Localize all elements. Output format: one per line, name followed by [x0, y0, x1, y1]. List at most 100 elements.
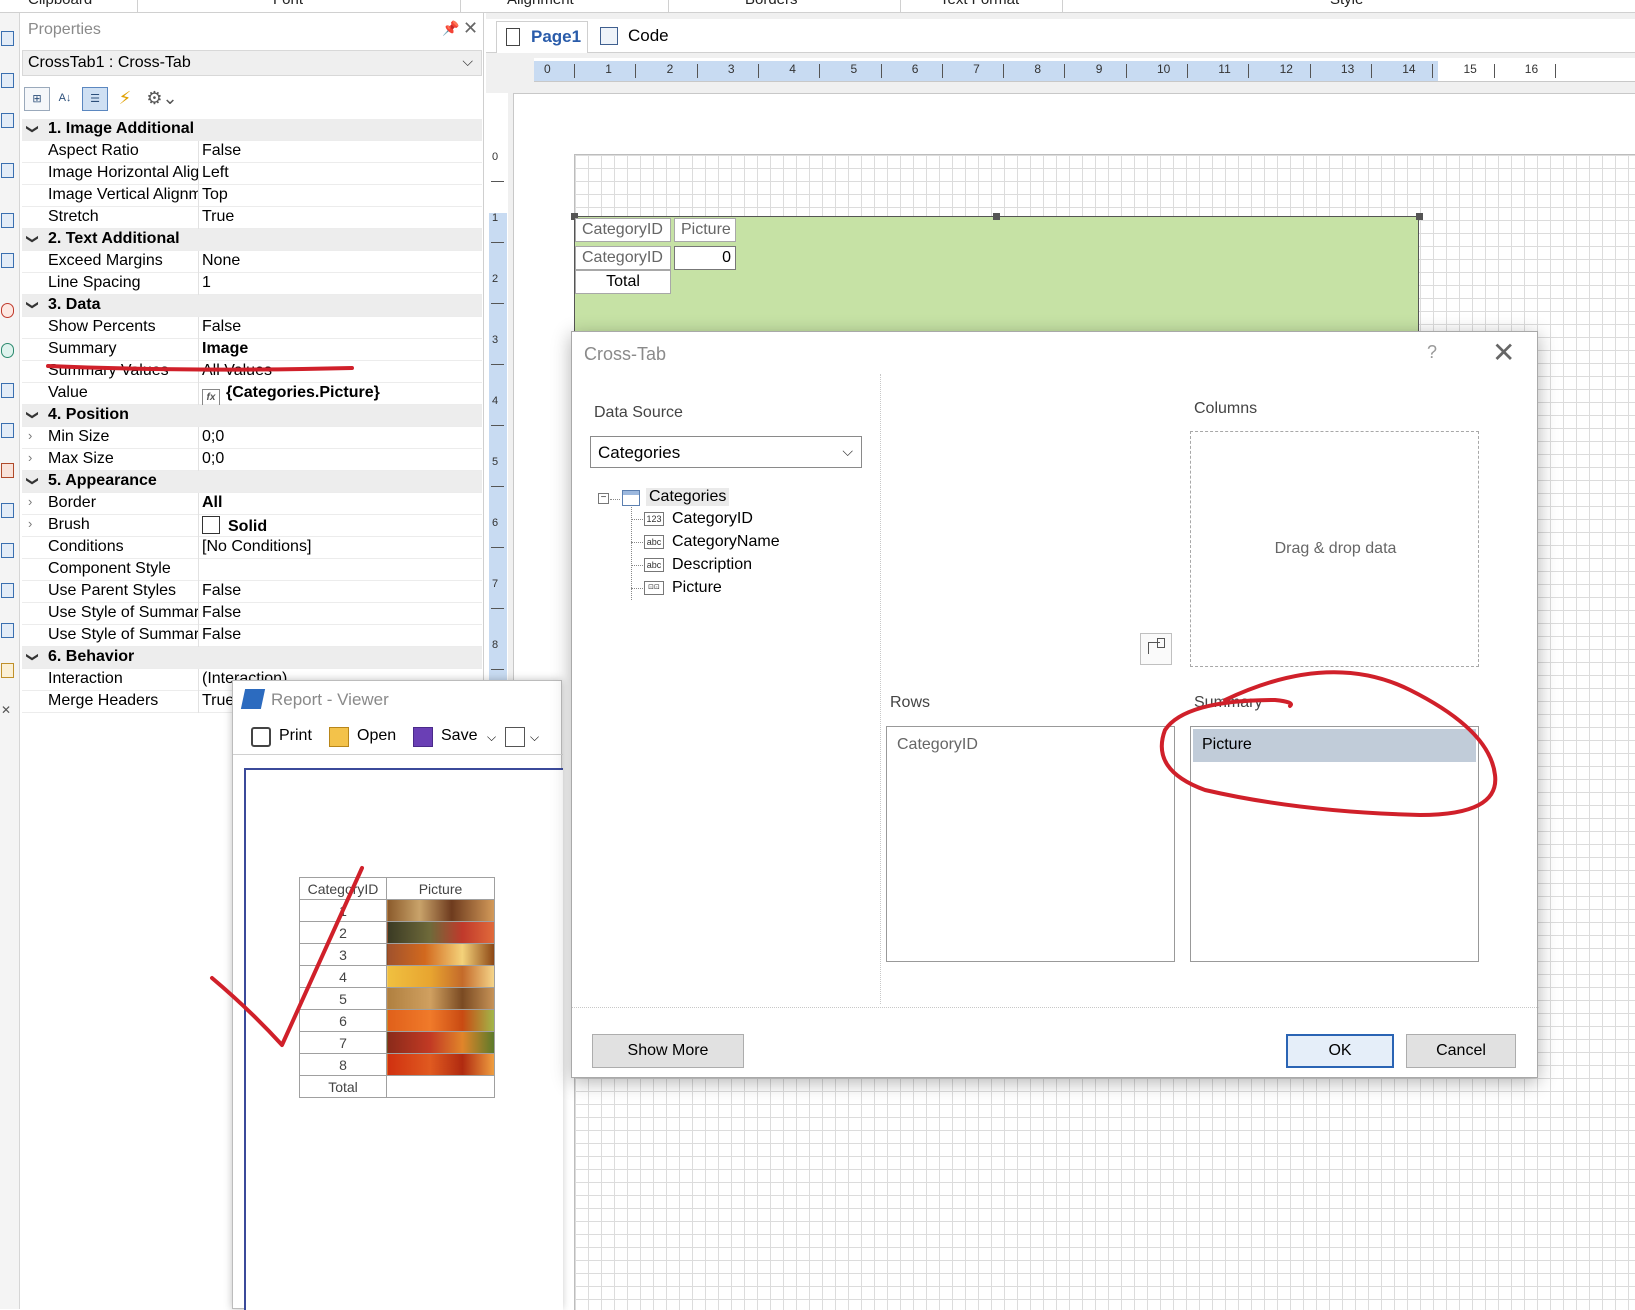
cancel-button[interactable]: Cancel: [1406, 1034, 1516, 1068]
property-value[interactable]: Solid: [202, 516, 267, 536]
property-row[interactable]: Exceed Margins None: [22, 251, 482, 273]
property-value[interactable]: fx {Categories.Picture}: [202, 384, 380, 407]
chevron-down-icon[interactable]: ❯: [26, 652, 40, 662]
wrench-icon[interactable]: ✕: [1, 703, 14, 718]
toolbox-icon[interactable]: [1, 383, 14, 398]
tree-item-field[interactable]: CategoryName: [672, 533, 780, 551]
chevron-right-icon[interactable]: ›: [28, 494, 32, 509]
swap-rows-columns-button[interactable]: [1140, 633, 1172, 665]
collapse-icon[interactable]: −: [598, 493, 609, 504]
tab-page1[interactable]: Page1: [496, 21, 588, 53]
crosstab-header-rows[interactable]: CategoryID: [575, 218, 671, 242]
property-value[interactable]: True: [202, 692, 234, 710]
toolbox-icon[interactable]: [1, 73, 14, 88]
property-value[interactable]: False: [202, 626, 241, 644]
ok-button[interactable]: OK: [1286, 1034, 1394, 1068]
property-row[interactable]: Value fx {Categories.Picture}: [22, 383, 482, 407]
property-row[interactable]: › Max Size 0;0: [22, 449, 482, 471]
toolbox-icon[interactable]: [1, 503, 14, 518]
data-source-select[interactable]: Categories ⌵: [590, 436, 862, 468]
open-button[interactable]: Open: [357, 727, 396, 745]
property-row[interactable]: Summary Values All Values: [22, 361, 482, 383]
crosstab-row-cell[interactable]: CategoryID: [575, 246, 671, 270]
print-button[interactable]: Print: [279, 727, 312, 745]
property-value[interactable]: 0;0: [202, 450, 224, 468]
toolbox-icon[interactable]: [1, 423, 14, 438]
rows-drop-area[interactable]: CategoryID: [886, 726, 1175, 962]
tree-item-field[interactable]: Picture: [672, 579, 722, 597]
property-value[interactable]: False: [202, 318, 241, 336]
property-category[interactable]: ❯ 1. Image Additional: [22, 119, 482, 141]
property-value[interactable]: True: [202, 208, 234, 226]
resize-handle[interactable]: [1416, 213, 1423, 220]
property-row[interactable]: › Min Size 0;0: [22, 427, 482, 449]
toolbox-icon[interactable]: [1, 113, 14, 128]
categorized-icon[interactable]: ⊞: [24, 87, 50, 111]
toolbox-icon[interactable]: [1, 343, 14, 358]
chevron-right-icon[interactable]: ›: [28, 428, 32, 443]
property-value[interactable]: [No Conditions]: [202, 538, 311, 556]
color-swatch[interactable]: [202, 516, 220, 534]
export-icon[interactable]: [505, 727, 525, 747]
property-row[interactable]: › Brush Solid: [22, 515, 482, 537]
object-selector[interactable]: CrossTab1 : Cross-Tab ⌵: [22, 50, 482, 76]
toolbox-icon[interactable]: [1, 663, 14, 678]
tree-item-field[interactable]: CategoryID: [672, 510, 753, 528]
chevron-down-icon[interactable]: ⌵: [530, 730, 539, 745]
help-icon[interactable]: ?: [1427, 342, 1437, 363]
property-row[interactable]: Show Percents False: [22, 317, 482, 339]
crosstab-summary-cell[interactable]: 0: [674, 246, 736, 270]
settings-gear-icon[interactable]: ⚙⌄: [142, 87, 182, 111]
chevron-down-icon[interactable]: ❯: [26, 300, 40, 310]
property-row[interactable]: Conditions [No Conditions]: [22, 537, 482, 559]
sort-alpha-icon[interactable]: A↓: [52, 87, 78, 111]
properties-view-icon[interactable]: ☰: [82, 87, 108, 111]
property-category[interactable]: ❯ 6. Behavior: [22, 647, 482, 669]
property-row[interactable]: Aspect Ratio False: [22, 141, 482, 163]
chevron-down-icon[interactable]: ❯: [26, 410, 40, 420]
property-category[interactable]: ❯ 3. Data: [22, 295, 482, 317]
chevron-right-icon[interactable]: ›: [28, 450, 32, 465]
property-value[interactable]: False: [202, 142, 241, 160]
property-value[interactable]: None: [202, 252, 240, 270]
chevron-down-icon[interactable]: ❯: [26, 124, 40, 134]
property-value[interactable]: All: [202, 494, 222, 512]
property-value[interactable]: False: [202, 604, 241, 622]
property-row[interactable]: Use Style of Summary in Column TotalFals…: [22, 625, 482, 647]
property-value[interactable]: Top: [202, 186, 228, 204]
property-row[interactable]: Image Vertical AlignmentTop: [22, 185, 482, 207]
property-value[interactable]: 0;0: [202, 428, 224, 446]
show-more-button[interactable]: Show More: [592, 1034, 744, 1068]
crosstab-header-column[interactable]: Picture: [674, 218, 736, 242]
property-category[interactable]: ❯ 2. Text Additional: [22, 229, 482, 251]
property-category[interactable]: ❯ 4. Position: [22, 405, 482, 427]
toolbox-icon[interactable]: [1, 303, 14, 318]
toolbox-icon[interactable]: [1, 253, 14, 268]
property-row[interactable]: Stretch True: [22, 207, 482, 229]
columns-drop-area[interactable]: Drag & drop data: [1190, 431, 1479, 667]
property-row[interactable]: Summary Image: [22, 339, 482, 361]
property-value[interactable]: 1: [202, 274, 211, 292]
toolbox-icon[interactable]: [1, 31, 14, 46]
property-row[interactable]: › Border All: [22, 493, 482, 515]
crosstab-total-cell[interactable]: Total: [575, 270, 671, 294]
chevron-down-icon[interactable]: ❯: [26, 476, 40, 486]
property-row[interactable]: Image Horizontal AlignmentLeft: [22, 163, 482, 185]
toolbox-icon[interactable]: [1, 543, 14, 558]
toolbox-icon[interactable]: [1, 213, 14, 228]
property-value[interactable]: Left: [202, 164, 229, 182]
toolbox-icon[interactable]: [1, 463, 14, 478]
resize-handle[interactable]: [993, 213, 1000, 220]
pin-icon[interactable]: 📌: [442, 20, 459, 37]
property-row[interactable]: Use Style of Summary in Row TotalFalse: [22, 603, 482, 625]
toolbox-icon[interactable]: [1, 583, 14, 598]
tab-code[interactable]: Code: [594, 21, 684, 53]
summary-item-selected[interactable]: Picture: [1193, 729, 1476, 762]
property-value[interactable]: Image: [202, 340, 248, 358]
events-lightning-icon[interactable]: ⚡: [112, 87, 138, 111]
property-row[interactable]: Component Style: [22, 559, 482, 581]
property-category[interactable]: ❯ 5. Appearance: [22, 471, 482, 493]
toolbox-icon[interactable]: [1, 623, 14, 638]
summary-drop-area[interactable]: Picture: [1190, 726, 1479, 962]
chevron-down-icon[interactable]: ❯: [26, 234, 40, 244]
